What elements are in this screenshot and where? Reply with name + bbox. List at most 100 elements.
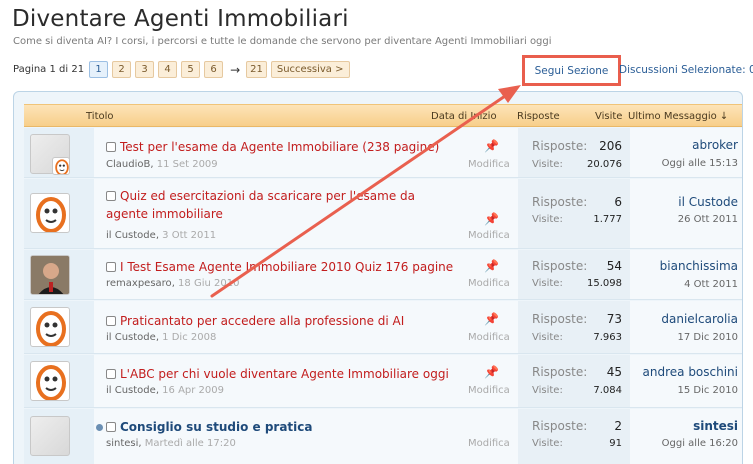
page-link-3[interactable]: 3 — [135, 61, 155, 78]
last-poster[interactable]: danielcarolia — [661, 312, 738, 326]
views-label: Visite: — [532, 438, 563, 449]
thread-checkbox[interactable] — [106, 316, 116, 326]
thread-meta: remaxpesaro, 18 Giu 2010 — [106, 278, 240, 289]
follow-section-label: Segui Sezione — [534, 64, 609, 77]
edit-link[interactable]: Modifica — [468, 385, 510, 396]
thread-author[interactable]: il Custode — [106, 332, 156, 343]
page-link-2[interactable]: 2 — [112, 61, 132, 78]
thread-title-text[interactable]: Quiz ed esercitazioni da scaricare per l… — [106, 189, 415, 221]
views-label: Visite: — [532, 278, 563, 289]
last-poster[interactable]: il Custode — [678, 195, 738, 209]
edit-link[interactable]: Modifica — [468, 438, 510, 449]
replies-label: Risposte: — [532, 139, 588, 153]
replies-count: 2 — [614, 419, 622, 433]
thread-title[interactable]: I Test Esame Agente Immobiliare 2010 Qui… — [106, 258, 458, 276]
thread-checkbox[interactable] — [106, 369, 116, 379]
thread-checkbox[interactable] — [106, 191, 116, 201]
thread-title-text[interactable]: Consiglio su studio e pratica — [120, 420, 312, 434]
thread-meta: il Custode, 3 Ott 2011 — [106, 230, 217, 241]
avatar[interactable] — [30, 361, 70, 401]
pin-icon: 📌 — [484, 312, 499, 326]
thread-author[interactable]: sintesi — [106, 438, 138, 449]
thread-date: 11 Set 2009 — [156, 159, 218, 170]
thread-date: 1 Dic 2008 — [162, 332, 217, 343]
last-post-date[interactable]: Oggi alle 16:20 — [662, 438, 738, 449]
thread-title[interactable]: L'ABC per chi vuole diventare Agente Imm… — [106, 365, 458, 383]
thread-list-header: Titolo Data di Inizio Risposte Visite Ul… — [24, 104, 742, 127]
follow-section-button[interactable]: Segui Sezione — [522, 55, 621, 86]
edit-link[interactable]: Modifica — [468, 159, 510, 170]
column-replies[interactable]: Risposte — [517, 111, 560, 122]
column-start-date[interactable]: Data di Inizio — [431, 111, 497, 122]
pagination-label: Pagina 1 di 21 — [13, 64, 85, 75]
avatar[interactable] — [30, 307, 70, 347]
last-poster[interactable]: andrea boschini — [643, 365, 738, 379]
views-label: Visite: — [532, 159, 563, 170]
last-post-date[interactable]: 17 Dic 2010 — [677, 332, 738, 343]
thread-author[interactable]: remaxpesaro — [106, 278, 172, 289]
avatar[interactable] — [30, 416, 70, 456]
replies-count: 206 — [599, 139, 622, 153]
mascot-icon — [36, 311, 66, 346]
thread-row: Test per l'esame da Agente Immobiliare (… — [24, 128, 742, 178]
avatar[interactable] — [30, 255, 70, 295]
mascot-icon — [55, 159, 69, 174]
page-link-6[interactable]: 6 — [204, 61, 224, 78]
page-link-5[interactable]: 5 — [181, 61, 201, 78]
last-post-date[interactable]: 15 Dic 2010 — [677, 385, 738, 396]
replies-count: 54 — [606, 259, 622, 273]
next-page-button[interactable]: Successiva > — [270, 61, 350, 78]
thread-author[interactable]: il Custode — [106, 385, 156, 396]
thread-author[interactable]: ClaudioB — [106, 159, 150, 170]
pin-icon: 📌 — [484, 139, 499, 153]
thread-title-text[interactable]: I Test Esame Agente Immobiliare 2010 Qui… — [120, 260, 453, 274]
thread-title-text[interactable]: Test per l'esame da Agente Immobiliare (… — [120, 140, 439, 154]
thread-row: L'ABC per chi vuole diventare Agente Imm… — [24, 355, 742, 408]
thread-row: I Test Esame Agente Immobiliare 2010 Qui… — [24, 250, 742, 300]
views-count: 20.076 — [587, 159, 622, 170]
thread-author[interactable]: il Custode — [106, 230, 156, 241]
thread-meta: il Custode, 16 Apr 2009 — [106, 385, 225, 396]
page-link-last[interactable]: 21 — [246, 61, 267, 78]
thread-date: 3 Ott 2011 — [162, 230, 217, 241]
last-poster[interactable]: abroker — [692, 138, 738, 152]
thread-checkbox[interactable] — [106, 262, 116, 272]
edit-link[interactable]: Modifica — [468, 278, 510, 289]
page-link-4[interactable]: 4 — [158, 61, 178, 78]
replies-label: Risposte: — [532, 312, 588, 326]
thread-checkbox[interactable] — [106, 422, 116, 432]
page-description: Come si diventa AI? I corsi, i percorsi … — [13, 36, 552, 47]
thread-row: Praticantato per accedere alla professio… — [24, 301, 742, 354]
thread-title-text[interactable]: L'ABC per chi vuole diventare Agente Imm… — [120, 367, 449, 381]
page-link-1[interactable]: 1 — [89, 61, 109, 78]
thread-title-text[interactable]: Praticantato per accedere alla professio… — [120, 314, 404, 328]
thread-title[interactable]: Quiz ed esercitazioni da scaricare per l… — [106, 187, 458, 223]
last-post-date[interactable]: Oggi alle 15:13 — [662, 158, 738, 169]
column-title[interactable]: Titolo — [86, 111, 114, 122]
pin-icon: 📌 — [484, 365, 499, 379]
views-label: Visite: — [532, 214, 563, 225]
last-post-date[interactable]: 26 Ott 2011 — [678, 214, 738, 225]
replies-label: Risposte: — [532, 259, 588, 273]
mascot-icon — [36, 197, 66, 232]
edit-link[interactable]: Modifica — [468, 230, 510, 241]
thread-date: 16 Apr 2009 — [162, 385, 225, 396]
column-last-message[interactable]: Ultimo Messaggio ↓ — [628, 111, 728, 122]
pagination-arrow-icon: → — [230, 62, 241, 77]
thread-checkbox[interactable] — [106, 142, 116, 152]
last-post-date[interactable]: 4 Ott 2011 — [684, 279, 738, 290]
pin-icon: 📌 — [484, 259, 499, 273]
mascot-icon — [36, 365, 66, 400]
selected-threads-link[interactable]: Discussioni Selezionate: 0 — [619, 64, 753, 76]
avatar-mini — [52, 157, 70, 175]
last-poster[interactable]: sintesi — [693, 419, 738, 433]
thread-title[interactable]: Consiglio su studio e pratica — [106, 418, 458, 436]
replies-count: 6 — [614, 195, 622, 209]
column-views[interactable]: Visite — [595, 111, 622, 122]
edit-link[interactable]: Modifica — [468, 332, 510, 343]
avatar[interactable] — [30, 193, 70, 233]
thread-title[interactable]: Test per l'esame da Agente Immobiliare (… — [106, 138, 458, 156]
replies-count: 73 — [606, 312, 622, 326]
thread-title[interactable]: Praticantato per accedere alla professio… — [106, 312, 458, 330]
last-poster[interactable]: bianchissima — [660, 259, 738, 273]
